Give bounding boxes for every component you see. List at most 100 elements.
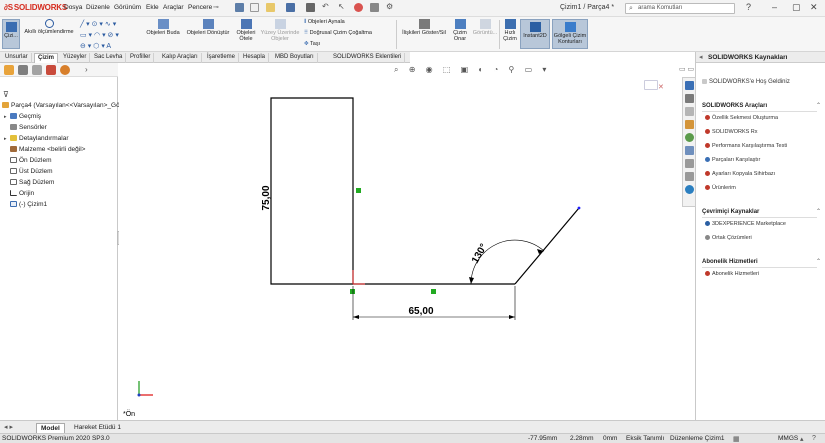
view-palette-tab-icon[interactable] <box>685 133 694 142</box>
tree-item-top-plane[interactable]: Üst Düzlem <box>10 168 53 175</box>
new-document-icon[interactable] <box>250 3 259 12</box>
display-delete-relations-button[interactable]: İlişkileri Göster/Sil <box>400 19 448 36</box>
feature-manager-tab-icon[interactable] <box>4 65 14 75</box>
linear-pattern-button[interactable]: ⠿ Doğrusal Çizim Çoğaltma <box>304 30 372 36</box>
unit-system[interactable]: MMGS <box>778 435 798 442</box>
sketch-svg[interactable]: 75,00 65,00 130° *Ön <box>119 63 694 420</box>
tab-surfaces[interactable]: Yüzeyler <box>60 53 91 63</box>
pin-icon[interactable]: ⊸ <box>213 3 219 11</box>
tab-motion-study-1[interactable]: Hareket Etüdü 1 <box>70 423 125 432</box>
select-arrow-icon[interactable]: ↖ <box>338 2 345 11</box>
tree-item-sketch1[interactable]: (-) Çizim1 <box>10 201 47 208</box>
rebuild-icon[interactable] <box>354 3 363 12</box>
file-explorer-tab-icon[interactable] <box>685 120 694 129</box>
dim-horizontal-text[interactable]: 65,00 <box>408 306 433 317</box>
tab-features[interactable]: Unsurlar <box>2 53 32 63</box>
help-icon[interactable]: ? <box>746 2 751 12</box>
home-icon[interactable] <box>235 3 244 12</box>
pin-icon[interactable]: ◂ <box>699 53 703 61</box>
menu-file[interactable]: Dosya <box>64 4 82 11</box>
tab-scroll-arrows[interactable]: ◂▸ <box>4 423 15 431</box>
tool-link-copy-settings[interactable]: Ayarları Kopyala Sihirbazı <box>705 171 775 177</box>
vertical-relation-icon[interactable] <box>356 188 361 193</box>
tool-link-rx[interactable]: SOLIDWORKS Rx <box>705 129 758 135</box>
rebuild-indicator-icon[interactable]: ▦ <box>733 435 740 443</box>
tool-link-compare[interactable]: Parçaları Karşılaştır <box>705 157 760 163</box>
menu-view[interactable]: Görünüm <box>114 4 141 11</box>
custom-properties-tab-icon[interactable] <box>685 159 694 168</box>
undo-icon[interactable]: ↶ <box>322 2 329 11</box>
repair-sketch-button[interactable]: Çizim Onar <box>449 19 471 42</box>
tree-item-material[interactable]: Malzeme <belirli değil> <box>10 146 85 153</box>
dim-angle-text[interactable]: 130° <box>470 242 490 265</box>
tab-sheet-metal[interactable]: Sac Levha <box>91 53 127 63</box>
line-tools-row[interactable]: ╱ ▾ ⊙ ▾ ∿ ▾ <box>80 20 116 28</box>
sketch-angled-line[interactable] <box>514 207 580 285</box>
unit-system-arrow-icon[interactable]: ▴ <box>800 435 804 443</box>
menu-window[interactable]: Pencere <box>188 4 212 11</box>
sketch-endpoint[interactable] <box>577 206 581 210</box>
rectangle-tools-row[interactable]: ▭ ▾ ◠ ▾ ⊘ ▾ <box>80 31 119 39</box>
shaded-sketch-contours-button[interactable]: Gölgeli Çizim Konturları <box>552 19 588 49</box>
offset-entities-button[interactable]: Objeleri Ötele <box>234 19 258 42</box>
expand-history-icon[interactable]: ▸ <box>4 114 7 120</box>
tool-link-my-products[interactable]: Ürünlerim <box>705 185 736 191</box>
design-library-tab-icon[interactable] <box>685 107 694 116</box>
close-button[interactable]: ✕ <box>810 2 818 13</box>
smart-dimension-button[interactable]: Akıllı ölçümlendirme <box>22 19 76 35</box>
options-gear-icon[interactable]: ⚙ <box>386 2 393 11</box>
instant2d-button[interactable]: Instant2D <box>520 19 550 49</box>
tree-item-annotations[interactable]: Detaylandırmalar <box>10 135 69 142</box>
trim-entities-button[interactable]: Objeleri Buda <box>144 19 182 36</box>
solidworks-logo[interactable]: ∂SSOLIDWORKS <box>4 3 67 12</box>
section-online-title[interactable]: Çevrimiçi Kaynaklar <box>702 209 759 215</box>
tree-item-front-plane[interactable]: Ön Düzlem <box>10 157 52 164</box>
welcome-link[interactable]: SOLIDWORKS'e Hoş Geldiniz <box>702 79 790 85</box>
menu-insert[interactable]: Ekle <box>146 4 159 11</box>
coincident-relation-icon[interactable] <box>350 289 355 294</box>
tree-item-sensors[interactable]: Sensörler <box>10 124 47 131</box>
collapse-subscription-icon[interactable]: ⌃ <box>816 258 821 265</box>
tree-item-history[interactable]: Geçmiş <box>10 113 41 120</box>
home-tab-icon[interactable] <box>685 81 694 90</box>
tool-link-property-tab[interactable]: Özellik Sekmesi Oluşturma <box>705 115 778 121</box>
horizontal-relation-icon[interactable] <box>431 289 436 294</box>
tree-item-right-plane[interactable]: Sağ Düzlem <box>10 179 54 186</box>
appearances-tab-icon[interactable] <box>685 146 694 155</box>
tree-item-origin[interactable]: Orijin <box>10 190 34 197</box>
section-subscription-title[interactable]: Abonelik Hizmetleri <box>702 259 758 265</box>
offset-on-surface-button[interactable]: Yüzey Üzerinde Objeler <box>260 19 300 42</box>
dimxpert-tab-icon[interactable] <box>46 65 56 75</box>
tab-mbd-dimensions[interactable]: MBD Boyutları <box>272 53 318 63</box>
minimize-button[interactable]: – <box>772 2 777 12</box>
expand-panel-icon[interactable]: › <box>85 65 88 74</box>
tab-solidworks-addins[interactable]: SOLIDWORKS Eklentileri <box>330 53 406 63</box>
section-tools-title[interactable]: SOLIDWORKS Araçları <box>702 103 767 109</box>
online-link-partners[interactable]: Ortak Çözümleri <box>705 235 752 241</box>
help-status-icon[interactable]: ? <box>812 435 816 442</box>
tab-evaluate[interactable]: Hesapla <box>240 53 270 63</box>
convert-entities-button[interactable]: Objeleri Dönüştür <box>183 19 233 36</box>
maximize-button[interactable]: ▢ <box>792 2 801 13</box>
print-icon[interactable] <box>306 3 315 12</box>
property-manager-tab-icon[interactable] <box>18 65 28 75</box>
tool-link-benchmark[interactable]: Performans Karşılaştırma Testi <box>705 143 787 149</box>
mirror-entities-button[interactable]: ⫴ Objeleri Aynala <box>304 19 345 26</box>
tab-weldments[interactable]: Profiller <box>127 53 155 63</box>
resources-tab-icon[interactable] <box>685 185 694 194</box>
rapid-sketch-button[interactable]: Hızlı Çizim <box>501 19 519 42</box>
tree-root-part[interactable]: Parça4 (Varsayılan<<Varsayılan>_Gö <box>2 102 120 109</box>
tab-sketch[interactable]: Çizim <box>34 53 59 63</box>
menu-edit[interactable]: Düzenle <box>86 4 110 11</box>
tab-mold-tools[interactable]: Kalıp Araçları <box>159 53 202 63</box>
open-folder-icon[interactable] <box>266 3 275 12</box>
sketch-button[interactable]: Çizi... <box>2 19 20 49</box>
slot-tools-row[interactable]: ⊖ ▾ ⬡ ▾ A <box>80 42 111 50</box>
tab-markup[interactable]: İşaretleme <box>204 53 240 63</box>
graphics-area[interactable]: ⌕ ⊕ ◉ ⬚ ▣ ◐ ◔ ⚲ ▭ ▾ ▭ ▭ ✕ ✕ 75,00 65,00 … <box>119 63 702 420</box>
online-link-marketplace[interactable]: 3DEXPERIENCE Marketplace <box>705 221 786 227</box>
collapse-online-icon[interactable]: ⌃ <box>816 208 821 215</box>
configuration-manager-tab-icon[interactable] <box>32 65 42 75</box>
move-entities-button[interactable]: ✥ Taşı <box>304 41 320 47</box>
dim-vertical-text[interactable]: 75,00 <box>261 185 272 210</box>
